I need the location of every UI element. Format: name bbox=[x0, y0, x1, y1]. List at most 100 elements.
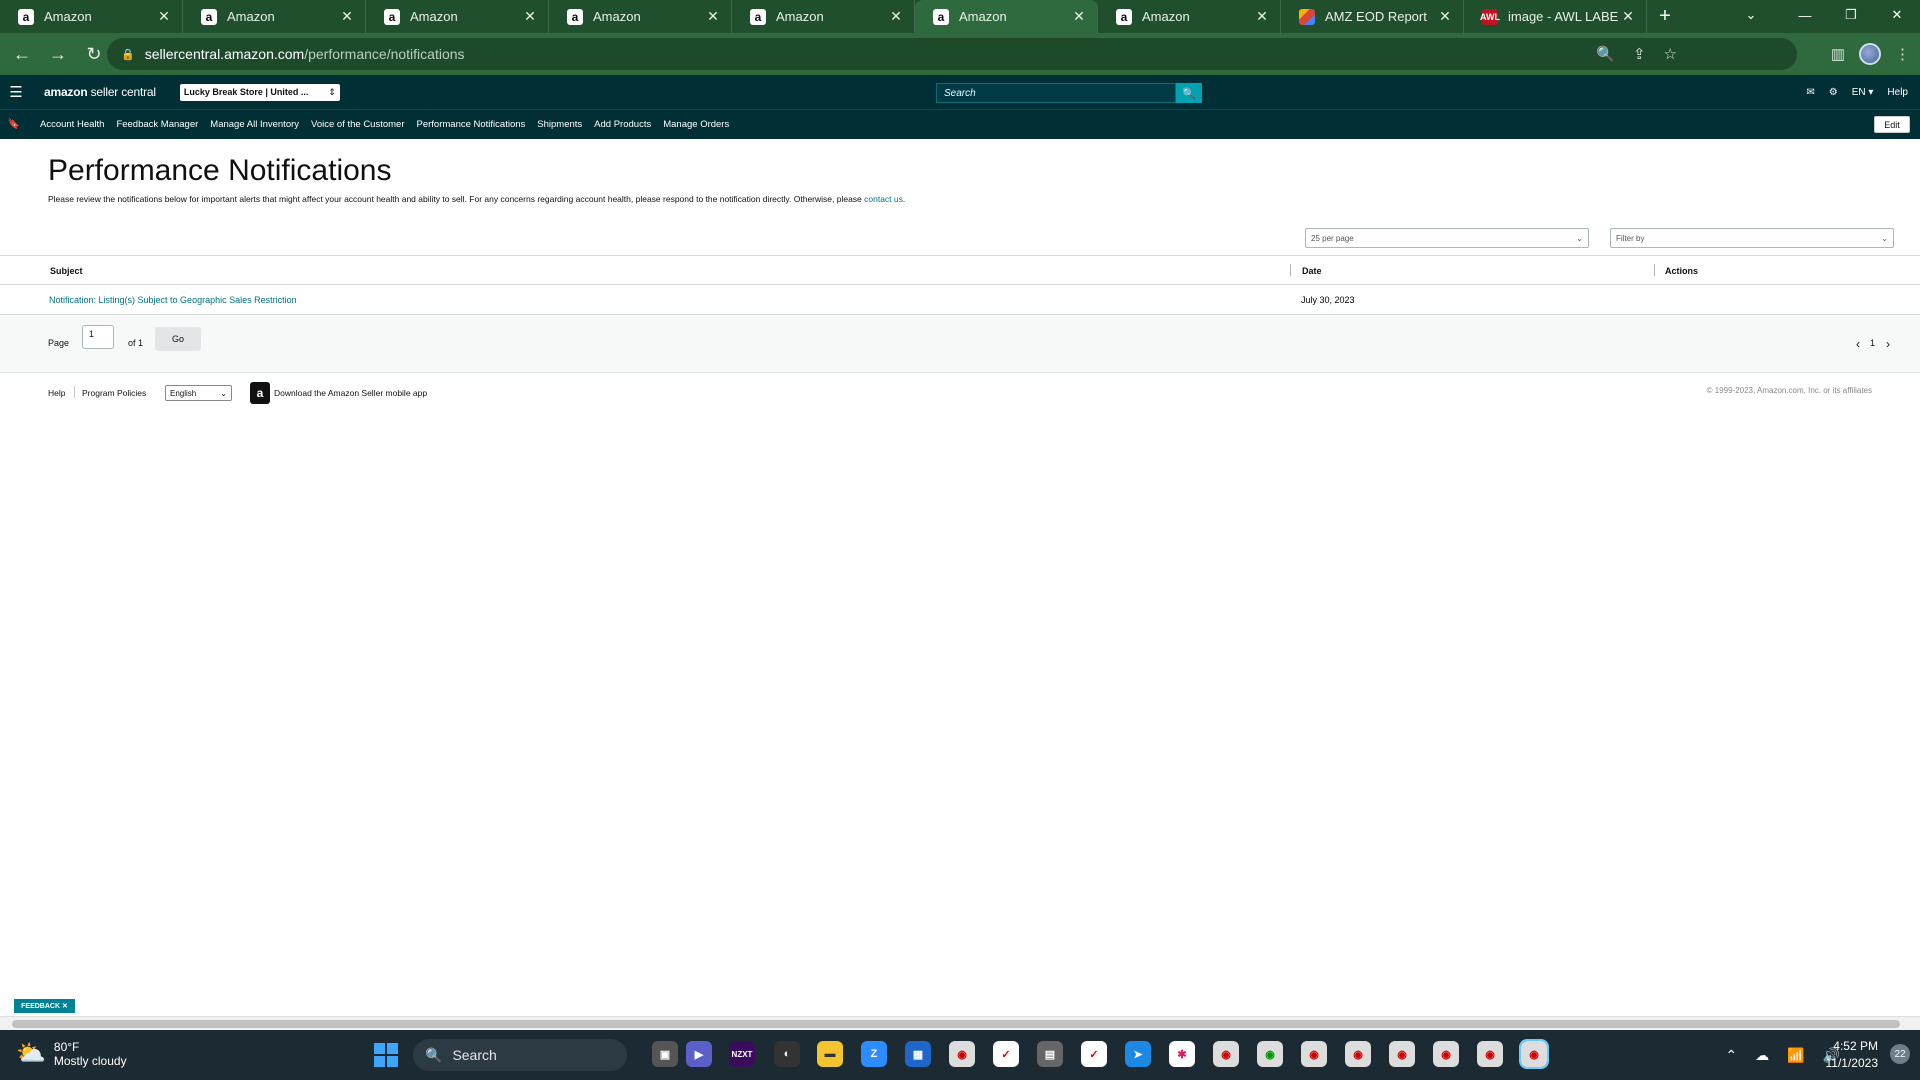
forward-arrow-icon[interactable]: → bbox=[42, 38, 74, 70]
app-icon[interactable]: ✓ bbox=[993, 1041, 1019, 1067]
app-icon[interactable]: ✓ bbox=[1081, 1041, 1107, 1067]
amazon-app-icon[interactable]: a bbox=[250, 382, 270, 404]
column-header-subject[interactable]: Subject bbox=[50, 266, 83, 276]
nav-link-performance-notifications[interactable]: Performance Notifications bbox=[417, 119, 526, 130]
search-icon[interactable]: 🔍 bbox=[1176, 83, 1202, 103]
close-icon[interactable]: ✕ bbox=[337, 8, 357, 25]
chrome-icon[interactable]: ◉ bbox=[1213, 1041, 1239, 1067]
chrome-icon-active[interactable]: ◉ bbox=[1519, 1039, 1549, 1069]
go-button[interactable]: Go bbox=[155, 327, 201, 351]
hamburger-menu-icon[interactable]: ☰ bbox=[2, 83, 30, 101]
nav-link-manage-all-inventory[interactable]: Manage All Inventory bbox=[210, 119, 299, 130]
current-page-number[interactable]: 1 bbox=[1870, 338, 1875, 348]
browser-tab[interactable]: a Amazon ✕ bbox=[0, 0, 183, 33]
chrome-icon[interactable]: ◉ bbox=[1477, 1041, 1503, 1067]
chrome-icon[interactable]: ◉ bbox=[1433, 1041, 1459, 1067]
app-icon[interactable]: ◐ bbox=[774, 1041, 800, 1067]
windows-start-icon[interactable] bbox=[374, 1043, 398, 1067]
taskbar-search[interactable]: 🔍 Search bbox=[413, 1039, 627, 1071]
scrollbar-thumb[interactable] bbox=[12, 1020, 1900, 1028]
bookmark-star-icon[interactable]: ☆ bbox=[1664, 45, 1677, 63]
restore-icon[interactable]: ❐ bbox=[1828, 0, 1874, 30]
store-selector[interactable]: Lucky Break Store | United ... ⇕ bbox=[179, 83, 340, 101]
minimize-icon[interactable]: — bbox=[1782, 0, 1828, 30]
previous-page-icon[interactable]: ‹ bbox=[1856, 337, 1860, 351]
help-link[interactable]: Help bbox=[1887, 87, 1908, 98]
edit-nav-button[interactable]: Edit bbox=[1874, 116, 1910, 133]
page-number-input[interactable]: 1 bbox=[82, 325, 114, 349]
chrome-icon[interactable]: ◉ bbox=[1389, 1041, 1415, 1067]
tab-search-chevron-icon[interactable]: ⌄ bbox=[1728, 0, 1774, 30]
browser-tab[interactable]: a Amazon ✕ bbox=[366, 0, 549, 33]
close-icon[interactable]: ✕ bbox=[1435, 8, 1455, 25]
window-close-icon[interactable]: ✕ bbox=[1874, 0, 1920, 30]
lock-icon[interactable]: 🔒 bbox=[121, 48, 135, 61]
nav-link-shipments[interactable]: Shipments bbox=[537, 119, 582, 130]
wifi-icon[interactable]: 📶 bbox=[1787, 1047, 1804, 1064]
zoom-icon[interactable]: 🔍 bbox=[1596, 45, 1615, 63]
browser-tab[interactable]: a Amazon ✕ bbox=[183, 0, 366, 33]
footer-language-select[interactable]: English ⌄ bbox=[165, 385, 232, 401]
reload-icon[interactable]: ↻ bbox=[78, 38, 110, 70]
calculator-icon[interactable]: ▤ bbox=[1037, 1041, 1063, 1067]
profile-avatar[interactable] bbox=[1859, 43, 1881, 65]
new-tab-icon[interactable]: + bbox=[1647, 0, 1683, 33]
footer-help-link[interactable]: Help bbox=[48, 388, 65, 398]
chrome-menu-icon[interactable]: ⋮ bbox=[1895, 45, 1910, 63]
horizontal-scrollbar[interactable] bbox=[0, 1016, 1920, 1030]
tray-chevron-up-icon[interactable]: ⌃ bbox=[1725, 1047, 1737, 1064]
calendar-icon[interactable]: ▦ bbox=[905, 1041, 931, 1067]
system-clock[interactable]: 4:52 PM 11/1/2023 bbox=[1826, 1038, 1879, 1072]
browser-tab[interactable]: a Amazon ✕ bbox=[549, 0, 732, 33]
address-bar[interactable]: 🔒 sellercentral.amazon.com/performance/n… bbox=[107, 38, 1797, 70]
chrome-icon[interactable]: ◉ bbox=[1257, 1041, 1283, 1067]
share-icon[interactable]: ⇪ bbox=[1633, 45, 1646, 63]
nav-link-add-products[interactable]: Add Products bbox=[594, 119, 651, 130]
browser-tab[interactable]: a Amazon ✕ bbox=[1098, 0, 1281, 33]
mail-icon[interactable]: ✉ bbox=[1806, 87, 1814, 98]
chrome-icon[interactable]: ◉ bbox=[1345, 1041, 1371, 1067]
weather-widget[interactable]: ⛅ 80°F Mostly cloudy bbox=[16, 1039, 127, 1068]
close-icon[interactable]: ✕ bbox=[1252, 8, 1272, 25]
feedback-button[interactable]: FEEDBACK ✕ bbox=[14, 999, 75, 1013]
teams-icon[interactable]: ▶ bbox=[686, 1041, 712, 1067]
chrome-icon[interactable]: ◉ bbox=[1301, 1041, 1327, 1067]
column-header-date[interactable]: Date bbox=[1302, 266, 1322, 276]
browser-tab[interactable]: a Amazon ✕ bbox=[732, 0, 915, 33]
close-icon[interactable]: ✕ bbox=[1618, 8, 1638, 25]
nav-link-account-health[interactable]: Account Health bbox=[40, 119, 104, 130]
side-panel-icon[interactable]: ▥ bbox=[1831, 45, 1845, 63]
nav-link-feedback-manager[interactable]: Feedback Manager bbox=[116, 119, 198, 130]
close-icon[interactable]: ✕ bbox=[520, 8, 540, 25]
program-policies-link[interactable]: Program Policies bbox=[82, 388, 146, 398]
browser-tab[interactable]: AWL image - AWL LABEL ✕ bbox=[1464, 0, 1647, 33]
seller-central-logo[interactable]: amazon seller central bbox=[44, 85, 156, 99]
nzxt-icon[interactable]: NZXT bbox=[729, 1041, 755, 1067]
telegram-icon[interactable]: ➤ bbox=[1125, 1041, 1151, 1067]
task-view-icon[interactable]: ▣ bbox=[652, 1041, 678, 1067]
close-icon[interactable]: ✕ bbox=[703, 8, 723, 25]
close-icon[interactable]: ✕ bbox=[1069, 8, 1089, 25]
browser-tab[interactable]: . AMZ EOD Report ✕ bbox=[1281, 0, 1464, 33]
search-input[interactable]: Search bbox=[936, 83, 1176, 103]
notification-subject-link[interactable]: Notification: Listing(s) Subject to Geog… bbox=[49, 295, 297, 305]
next-page-icon[interactable]: › bbox=[1886, 337, 1890, 351]
contact-us-link[interactable]: contact us bbox=[864, 194, 903, 204]
per-page-select[interactable]: 25 per page ⌄ bbox=[1305, 228, 1589, 248]
close-icon[interactable]: ✕ bbox=[154, 8, 174, 25]
chrome-icon[interactable]: ◉ bbox=[949, 1041, 975, 1067]
onedrive-cloud-icon[interactable]: ☁ bbox=[1755, 1047, 1769, 1064]
download-app-link[interactable]: Download the Amazon Seller mobile app bbox=[274, 388, 427, 398]
bookmark-icon[interactable]: 🔖 bbox=[0, 119, 28, 130]
notification-badge[interactable]: 22 bbox=[1890, 1044, 1910, 1064]
file-explorer-icon[interactable]: ▬ bbox=[817, 1041, 843, 1067]
filter-select[interactable]: Filter by ⌄ bbox=[1610, 228, 1894, 248]
slack-icon[interactable]: ✱ bbox=[1169, 1041, 1195, 1067]
gear-icon[interactable]: ⚙ bbox=[1829, 87, 1838, 98]
zoom-app-icon[interactable]: Z bbox=[861, 1041, 887, 1067]
browser-tab-active[interactable]: a Amazon ✕ bbox=[915, 0, 1098, 33]
language-selector[interactable]: EN ▾ bbox=[1852, 87, 1874, 98]
close-icon[interactable]: ✕ bbox=[886, 8, 906, 25]
nav-link-manage-orders[interactable]: Manage Orders bbox=[663, 119, 729, 130]
nav-link-voice-of-customer[interactable]: Voice of the Customer bbox=[311, 119, 404, 130]
